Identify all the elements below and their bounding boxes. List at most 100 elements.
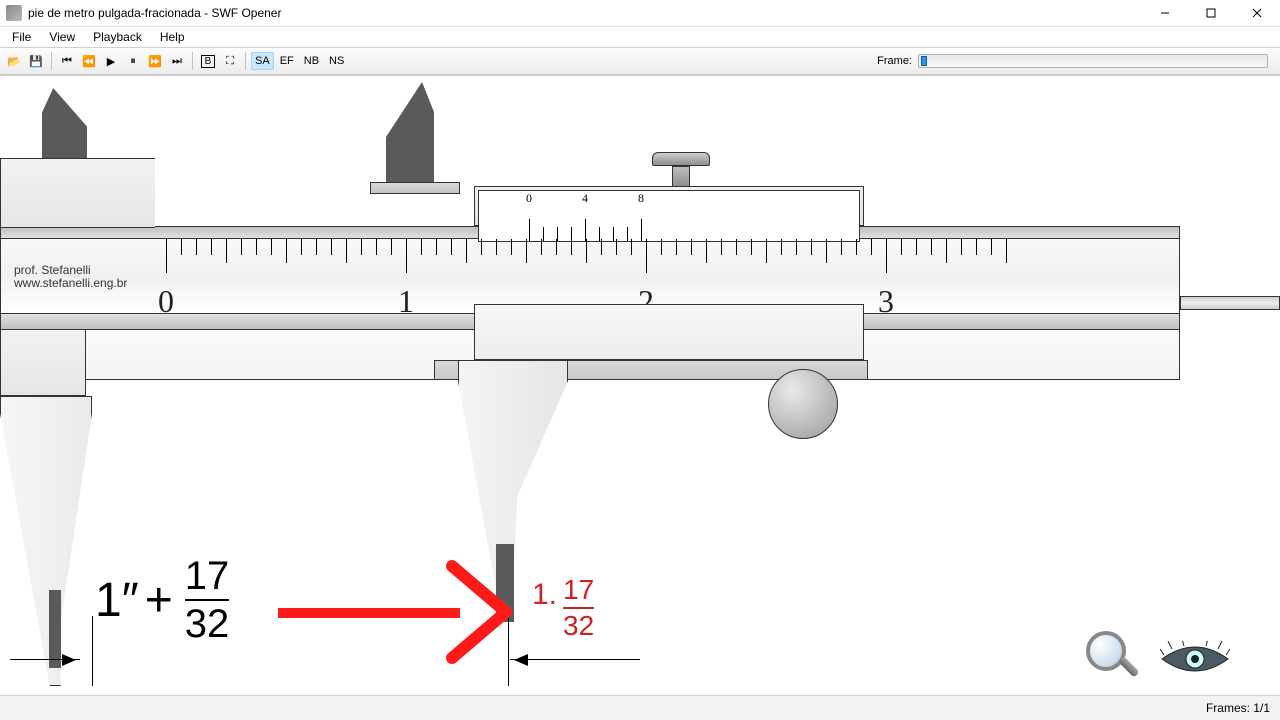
measure-whole: 1″ [95, 573, 139, 628]
eye-button[interactable] [1160, 641, 1230, 677]
vernier-tick [627, 227, 628, 241]
main-scale-tick [181, 239, 182, 255]
result-frac-den: 32 [563, 612, 594, 640]
main-scale-tick [901, 239, 902, 255]
menu-help[interactable]: Help [152, 28, 193, 46]
open-button[interactable]: 📂 [4, 51, 24, 71]
main-scale-tick [391, 239, 392, 255]
main-scale-tick [436, 239, 437, 255]
window-title: pie de metro pulgada-fracionada - SWF Op… [28, 6, 281, 20]
main-scale-tick [976, 239, 977, 255]
main-scale-tick [916, 239, 917, 255]
result-arrow-head [444, 554, 524, 674]
scale-nb-button[interactable]: NB [300, 52, 323, 70]
main-scale-tick [271, 239, 272, 255]
skip-first-icon: ⏮ [62, 55, 72, 68]
measurement-expression: 1″ + 17 32 [95, 556, 235, 644]
rewind-icon: ⏪ [82, 55, 96, 68]
main-scale-tick [211, 239, 212, 255]
forward-icon: ⏩ [148, 55, 162, 68]
main-scale-tick [931, 239, 932, 255]
main-scale-tick [511, 239, 512, 255]
main-scale-tick [691, 239, 692, 255]
menu-file[interactable]: File [4, 28, 39, 46]
eye-icon [1160, 641, 1230, 677]
moving-inner-jaw [386, 82, 434, 182]
main-scale-tick [571, 239, 572, 255]
play-icon: ▶ [107, 55, 115, 68]
main-scale-tick [556, 239, 557, 255]
fixed-lower-jaw [0, 396, 92, 686]
thumb-wheel[interactable] [768, 369, 838, 439]
first-frame-button[interactable]: ⏮ [57, 51, 77, 71]
vernier-mark-4: 4 [582, 191, 588, 206]
measure-fraction: 17 32 [185, 556, 230, 644]
scale-ns-button[interactable]: NS [325, 52, 348, 70]
magnifier-icon [1086, 631, 1126, 671]
main-scale-tick [256, 239, 257, 255]
result-fraction: 17 32 [563, 576, 594, 640]
main-scale-tick [361, 239, 362, 255]
save-button[interactable]: 💾 [26, 51, 46, 71]
main-scale-tick [541, 239, 542, 255]
main-scale-tick [706, 239, 707, 263]
main-scale-tick [601, 239, 602, 255]
forward-button[interactable]: ⏩ [145, 51, 165, 71]
measure-frac-num: 17 [185, 556, 230, 596]
main-scale-tick [331, 239, 332, 255]
main-scale-tick [1006, 239, 1007, 263]
frame-slider[interactable] [918, 54, 1268, 68]
pause-icon: ⏸ [130, 55, 136, 68]
magnifier-button[interactable] [1084, 629, 1140, 685]
menu-view[interactable]: View [41, 28, 83, 46]
main-scale-tick [421, 239, 422, 255]
scale-ef-button[interactable]: EF [276, 52, 298, 70]
lock-screw[interactable] [672, 166, 690, 188]
last-frame-button[interactable]: ⏭ [167, 51, 187, 71]
frame-slider-thumb[interactable] [921, 56, 927, 66]
minimize-button[interactable] [1142, 0, 1188, 27]
main-scale-0: 0 [158, 283, 174, 320]
vernier-mark-0: 0 [526, 191, 532, 206]
dim-arrow-left [10, 659, 80, 660]
fullscreen-button[interactable]: ⛶ [220, 51, 240, 71]
vernier-tick [599, 227, 600, 241]
pause-button[interactable]: ⏸ [123, 51, 143, 71]
fixed-head [0, 158, 155, 228]
play-button[interactable]: ▶ [101, 51, 121, 71]
dim-arrow-right [510, 659, 640, 660]
main-scale-tick [841, 239, 842, 255]
main-scale-tick [781, 239, 782, 255]
measure-frac-den: 32 [185, 604, 230, 644]
author-url: www.stefanelli.eng.br [14, 277, 127, 290]
main-scale-tick [871, 239, 872, 255]
main-scale-tick [451, 239, 452, 255]
main-scale-tick [946, 239, 947, 263]
border-icon: B [201, 55, 216, 68]
main-scale-tick [736, 239, 737, 255]
main-scale-tick [616, 239, 617, 255]
main-scale-tick [346, 239, 347, 263]
main-scale-tick [631, 239, 632, 255]
border-toggle-button[interactable]: B [198, 51, 218, 71]
main-scale-tick [661, 239, 662, 255]
swf-canvas[interactable]: // generated below 0 1 2 3 prof. Stefane… [0, 75, 1280, 695]
main-scale-tick [796, 239, 797, 255]
main-scale-tick [196, 239, 197, 255]
main-scale-tick [886, 239, 887, 273]
maximize-button[interactable] [1188, 0, 1234, 27]
scale-sa-button[interactable]: SA [251, 52, 274, 70]
vernier-assembly[interactable]: 0 4 8 [370, 76, 870, 596]
lock-screw-cap[interactable] [652, 152, 710, 166]
main-scale-tick [241, 239, 242, 255]
main-scale-tick [586, 239, 587, 263]
close-button[interactable] [1234, 0, 1280, 27]
main-scale-tick [526, 239, 527, 263]
frames-status: Frames: 1/1 [1206, 701, 1270, 715]
measure-plus: + [145, 573, 173, 628]
main-scale-tick [646, 239, 647, 273]
rewind-button[interactable]: ⏪ [79, 51, 99, 71]
main-scale-tick [466, 239, 467, 263]
menu-playback[interactable]: Playback [85, 28, 150, 46]
main-scale-tick [811, 239, 812, 255]
